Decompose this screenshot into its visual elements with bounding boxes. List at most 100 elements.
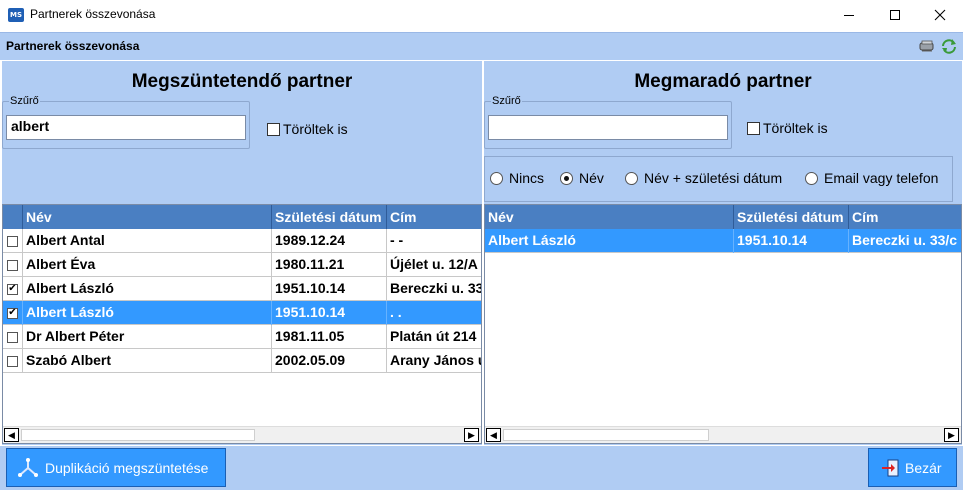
close-button-label: Bezár xyxy=(905,459,942,476)
table-row[interactable]: ✔ Albert László 1951.10.14. . xyxy=(3,301,481,325)
cell-date: 1951.10.14 xyxy=(272,277,387,301)
radio-nev-szuletesi-dot[interactable] xyxy=(625,171,638,185)
radio-email-telefon-dot[interactable] xyxy=(805,171,818,185)
right-scroll-right-arrow[interactable]: ▶ xyxy=(944,428,959,442)
dedupe-button[interactable]: Duplikáció megszüntetése xyxy=(6,448,226,487)
left-grid-rowheader xyxy=(3,205,23,229)
radio-nev[interactable]: Név xyxy=(560,170,604,186)
right-col-date[interactable]: Születési dátum xyxy=(734,205,849,229)
left-hscrollbar[interactable]: ◀ ▶ xyxy=(3,426,481,443)
row-checkbox-cell[interactable] xyxy=(3,349,23,373)
header-label: Partnerek összevonása xyxy=(6,39,140,53)
left-grid-header: Név Születési dátum Cím xyxy=(3,205,481,229)
radio-nev-dot[interactable] xyxy=(560,171,573,185)
row-checkbox[interactable] xyxy=(7,259,18,271)
close-window-button[interactable] xyxy=(917,0,963,30)
radio-nev-szuletesi[interactable]: Név + születési dátum xyxy=(625,170,782,186)
left-deleted-check-box[interactable] xyxy=(267,122,280,136)
right-filter-input[interactable] xyxy=(488,115,728,140)
right-panel: Megmaradó partner Szűrő Töröltek is Ninc… xyxy=(484,61,962,445)
cell-name: Dr Albert Péter xyxy=(23,325,272,349)
table-row[interactable]: Albert László 1951.10.14 Bereczki u. 33/c xyxy=(485,229,961,253)
window-titlebar: MS Partnerek összevonása xyxy=(0,0,963,32)
cell-address: . . xyxy=(390,304,402,320)
left-panel-title: Megszüntetendő partner xyxy=(131,71,353,92)
cell-address: Arany János u. xyxy=(390,352,482,368)
right-scroll-thumb[interactable] xyxy=(503,429,709,441)
left-deleted-checkbox[interactable]: Töröltek is xyxy=(267,121,348,137)
radio-email-telefon-label: Email vagy telefon xyxy=(824,170,939,186)
table-row[interactable]: Albert Antal 1989.12.24- - xyxy=(3,229,481,253)
cell-date: 1980.11.21 xyxy=(272,253,387,277)
cell-date: 1989.12.24 xyxy=(272,229,387,253)
right-col-name[interactable]: Név xyxy=(485,205,734,229)
minimize-button[interactable] xyxy=(826,0,872,30)
cell-address: Platán út 214 xyxy=(390,328,477,344)
right-deleted-checkbox[interactable]: Töröltek is xyxy=(747,120,828,136)
right-deleted-label: Töröltek is xyxy=(763,120,828,136)
row-checkbox-cell[interactable]: ✔ xyxy=(3,301,23,325)
row-checkbox[interactable]: ✔ xyxy=(7,307,18,319)
row-checkbox-cell[interactable] xyxy=(3,253,23,277)
radio-nev-label: Név xyxy=(579,170,604,186)
app-icon: MS xyxy=(8,8,24,22)
refresh-icon[interactable] xyxy=(940,38,958,54)
left-filter-input[interactable]: albert xyxy=(6,115,246,140)
row-checkbox-cell[interactable] xyxy=(3,325,23,349)
cell-address: Újélet u. 12/A xyxy=(390,256,478,272)
right-hscrollbar[interactable]: ◀ ▶ xyxy=(485,426,961,443)
left-scroll-right-arrow[interactable]: ▶ xyxy=(464,428,479,442)
right-grid-header: Név Születési dátum Cím xyxy=(485,205,961,229)
right-panel-title: Megmaradó partner xyxy=(634,71,812,92)
bottom-bar: Duplikáció megszüntetése Bezár xyxy=(0,446,963,490)
left-col-date[interactable]: Születési dátum xyxy=(272,205,387,229)
left-col-name[interactable]: Név xyxy=(23,205,272,229)
row-checkbox[interactable] xyxy=(7,331,18,343)
right-scroll-left-arrow[interactable]: ◀ xyxy=(486,428,501,442)
row-checkbox-cell[interactable]: ✔ xyxy=(3,277,23,301)
right-deleted-check-box[interactable] xyxy=(747,121,760,135)
row-checkbox[interactable] xyxy=(7,355,18,367)
maximize-icon xyxy=(890,10,900,20)
cell-date: 1981.11.05 xyxy=(272,325,387,349)
window-title: Partnerek összevonása xyxy=(30,7,156,21)
header-strip: Partnerek összevonása xyxy=(0,32,963,60)
cell-address: - - xyxy=(390,232,404,248)
dedupe-button-label: Duplikáció megszüntetése xyxy=(45,459,209,476)
left-filter-group: Szűrő albert xyxy=(2,95,250,149)
cell-name: Albert Antal xyxy=(23,229,272,253)
left-deleted-label: Töröltek is xyxy=(283,121,348,137)
left-grid[interactable]: Név Születési dátum Cím Albert Antal 1989… xyxy=(2,204,482,444)
right-col-address[interactable]: Cím xyxy=(849,205,961,229)
table-row[interactable]: ✔ Albert László1951.10.14Bereczki u. 33/c xyxy=(3,277,482,301)
row-checkbox[interactable] xyxy=(7,235,18,247)
left-scroll-thumb[interactable] xyxy=(21,429,255,441)
right-grid[interactable]: Név Születési dátum Cím Albert László 195… xyxy=(484,204,962,444)
cell-name: Albert László xyxy=(23,277,272,301)
cell-address: Bereczki u. 33/c xyxy=(390,280,482,296)
right-filter-group: Szűrő xyxy=(484,95,732,149)
left-scroll-left-arrow[interactable]: ◀ xyxy=(4,428,19,442)
radio-nincs[interactable]: Nincs xyxy=(490,170,544,186)
table-row[interactable]: Szabó Albert 2002.05.09 Arany János u. xyxy=(3,349,482,373)
table-row[interactable]: Dr Albert Péter 1981.11.05 Platán út 214 xyxy=(3,325,481,349)
maximize-button[interactable] xyxy=(872,0,918,30)
left-filter-legend: Szűrő xyxy=(9,95,40,107)
eraser-icon[interactable] xyxy=(918,38,936,54)
radio-nincs-dot[interactable] xyxy=(490,171,503,185)
cell-name: Szabó Albert xyxy=(23,349,272,373)
close-button[interactable]: Bezár xyxy=(868,448,957,487)
cell-name: Albert László xyxy=(23,301,272,325)
row-checkbox[interactable]: ✔ xyxy=(7,283,18,295)
radio-nev-szuletesi-label: Név + születési dátum xyxy=(644,170,783,186)
cell-name: Albert Éva xyxy=(23,253,272,277)
right-filter-legend: Szűrő xyxy=(491,95,522,107)
left-col-address[interactable]: Cím xyxy=(387,205,481,229)
merge-icon xyxy=(17,457,39,479)
radio-email-telefon[interactable]: Email vagy telefon xyxy=(805,170,938,186)
left-panel: Megszüntetendő partner Szűrő albert Törö… xyxy=(2,61,482,445)
minimize-icon xyxy=(844,15,854,16)
row-checkbox-cell[interactable] xyxy=(3,229,23,253)
table-row[interactable]: Albert Éva 1980.11.21 Újélet u. 12/A xyxy=(3,253,481,277)
radio-nincs-label: Nincs xyxy=(509,170,545,186)
